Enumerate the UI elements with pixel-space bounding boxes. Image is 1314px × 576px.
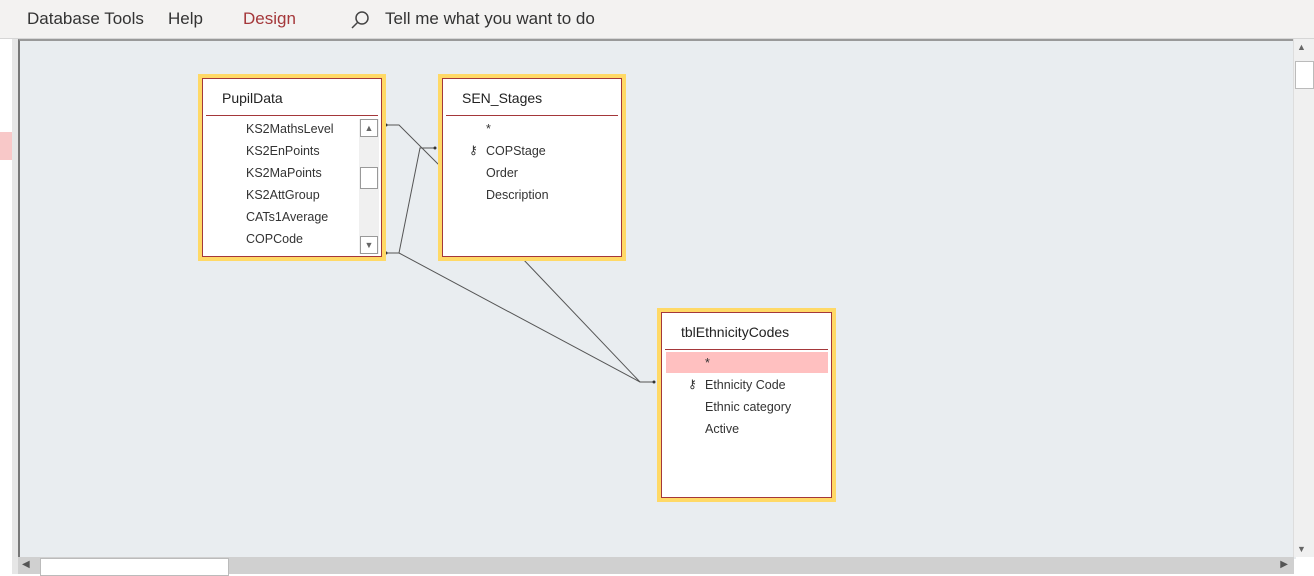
field[interactable]: Order [486,166,518,180]
scroll-up-arrow-icon[interactable]: ▲ [360,119,378,137]
scroll-left-arrow-icon[interactable]: ◀ [22,559,30,570]
scroll-thumb[interactable] [360,167,378,189]
field[interactable]: * [486,122,491,136]
scroll-down-arrow-icon[interactable]: ▼ [360,236,378,254]
field[interactable]: KS2MathsLevel [246,122,334,136]
field[interactable]: COPCode [246,232,303,246]
scroll-right-arrow-icon[interactable]: ▶ [1280,559,1288,570]
field[interactable]: Active [705,422,739,436]
table-tblethnicitycodes[interactable]: tblEthnicityCodes * ⚷ Ethnicity Code Eth… [657,308,836,502]
field[interactable]: Ethnic category [705,400,791,414]
field[interactable]: KS2EnPoints [246,144,320,158]
scroll-up-arrow-icon[interactable]: ▲ [1297,42,1306,52]
field[interactable]: COPStage [486,144,546,158]
field[interactable]: CATs1Average [246,210,328,224]
table-sen-stages[interactable]: SEN_Stages * ⚷ COPStage Order Descriptio… [438,74,626,261]
vertical-scroll-thumb[interactable] [1295,61,1314,89]
field[interactable]: Description [486,188,549,202]
relationship-line [398,252,655,383]
selected-field-highlight [666,352,828,373]
field-list-scrollbar[interactable]: ▲ ▼ [359,119,379,254]
horizontal-scroll-thumb[interactable] [40,558,229,576]
vertical-scrollbar[interactable]: ▲ ▼ [1293,39,1314,557]
field[interactable]: KS2AttGroup [246,188,320,202]
table-title: tblEthnicityCodes [665,313,828,350]
table-title: PupilData [206,79,378,116]
horizontal-scrollbar[interactable]: ◀ ▶ [18,557,1294,576]
scroll-down-arrow-icon[interactable]: ▼ [1297,544,1306,554]
relationship-line [385,147,436,254]
primary-key-icon: ⚷ [688,377,697,391]
field[interactable]: KS2MaPoints [246,166,322,180]
table-title: SEN_Stages [446,79,618,116]
relationship-line [521,257,641,383]
field[interactable]: Ethnicity Code [705,378,786,392]
field[interactable]: * [705,356,710,370]
primary-key-icon: ⚷ [469,143,478,157]
table-pupildata[interactable]: PupilData KS2MathsLevel KS2EnPoints KS2M… [198,74,386,261]
